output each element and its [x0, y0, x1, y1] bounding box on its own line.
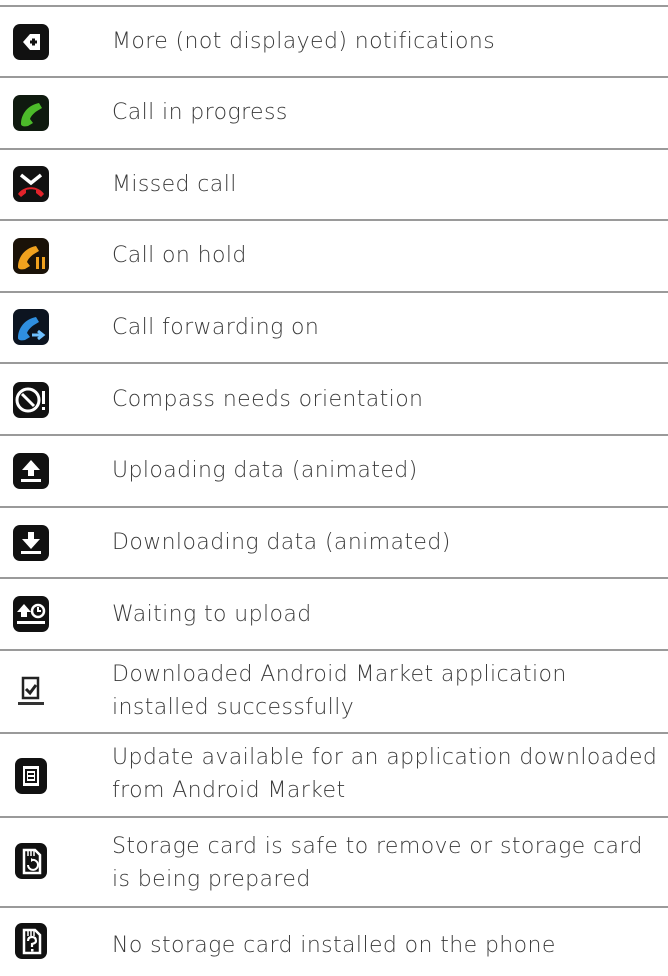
row-label: Update available for an application down…: [112, 745, 658, 803]
table-row: Storage card is safe to remove or storag…: [0, 818, 668, 908]
download-icon: [12, 524, 50, 562]
more-notifications-icon: [12, 23, 50, 61]
no-storage-card-icon: [12, 922, 50, 960]
row-label: Downloading data (animated): [112, 530, 451, 555]
table-row: Downloaded Android Market application in…: [0, 651, 668, 734]
table-row: Missed call: [0, 150, 668, 221]
table-row: Update available for an application down…: [0, 734, 668, 818]
row-label: Call in progress: [112, 100, 288, 125]
row-label: Storage card is safe to remove or storag…: [112, 834, 643, 892]
upload-icon: [12, 452, 50, 490]
table-row: Uploading data (animated): [0, 436, 668, 508]
table-row: Waiting to upload: [0, 579, 668, 651]
storage-card-safe-icon: [12, 842, 50, 880]
compass-icon: [12, 381, 50, 419]
table-row: Downloading data (animated): [0, 508, 668, 579]
row-label: Downloaded Android Market application in…: [112, 662, 567, 720]
row-label: Uploading data (animated): [112, 458, 418, 483]
row-label: Compass needs orientation: [112, 387, 424, 412]
row-label: Waiting to upload: [112, 602, 312, 627]
table-row: No storage card installed on the phone: [0, 908, 668, 976]
market-installed-icon: [12, 673, 50, 711]
table-row: Call in progress: [0, 78, 668, 150]
missed-call-icon: [12, 165, 50, 203]
call-forwarding-icon: [12, 308, 50, 346]
table-row: Call on hold: [0, 221, 668, 293]
table-row: Call forwarding on: [0, 293, 668, 364]
market-update-icon: [12, 757, 50, 795]
row-label: Missed call: [112, 172, 237, 197]
row-label: Call forwarding on: [112, 315, 320, 340]
row-label: Call on hold: [112, 243, 247, 268]
table-row: Compass needs orientation: [0, 364, 668, 436]
waiting-upload-icon: [12, 595, 50, 633]
row-label: No storage card installed on the phone: [112, 933, 556, 958]
call-in-progress-icon: [12, 94, 50, 132]
row-label: More (not displayed) notifications: [112, 29, 496, 54]
call-on-hold-icon: [12, 237, 50, 275]
table-row: More (not displayed) notifications: [0, 7, 668, 78]
